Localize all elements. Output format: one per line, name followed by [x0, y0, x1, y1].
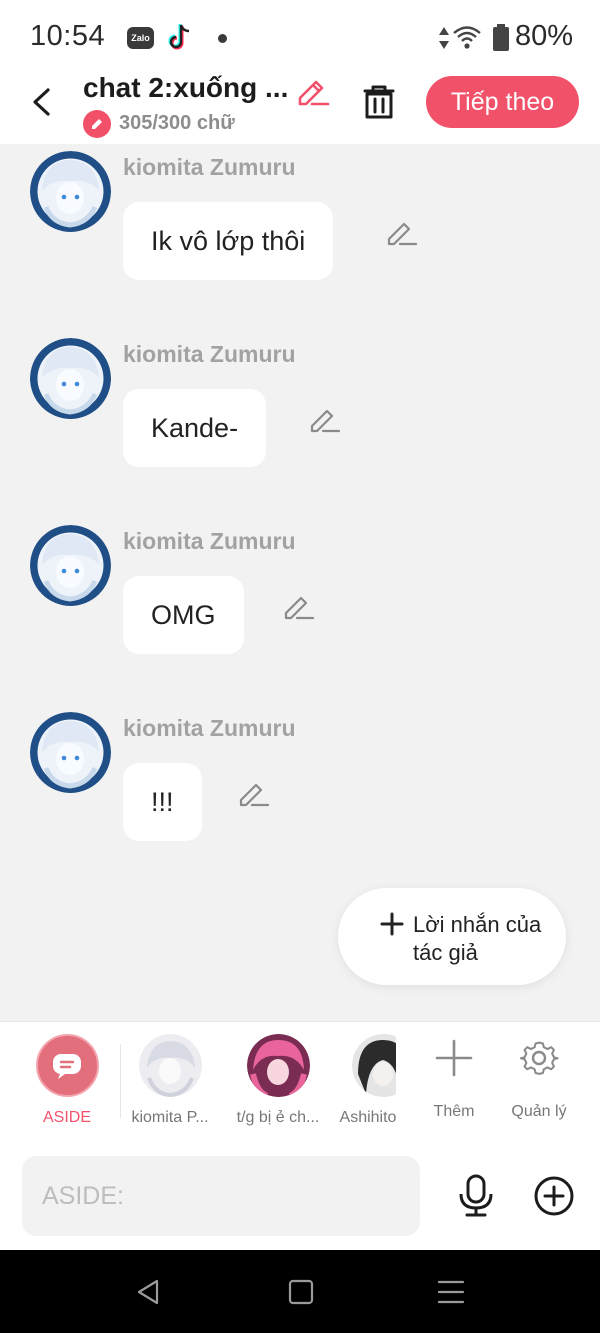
message-bubble[interactable]: Kande- — [123, 389, 267, 467]
avatar[interactable] — [30, 151, 111, 232]
status-time: 10:54 — [30, 20, 106, 52]
composer — [0, 1142, 600, 1250]
next-button[interactable]: Tiếp theo — [426, 76, 579, 128]
avatar[interactable] — [30, 712, 111, 793]
character-tg[interactable]: t/g bị ẻ ch... — [232, 1034, 324, 1127]
plus-icon — [380, 912, 404, 936]
sender-name: kiomita Zumuru — [123, 154, 296, 180]
pencil-icon[interactable] — [238, 777, 270, 809]
avatar — [246, 1034, 310, 1097]
character-label: t/g bị ẻ ch... — [236, 1109, 320, 1126]
divider — [120, 1044, 121, 1118]
avatar — [352, 1034, 396, 1097]
mic-icon[interactable] — [456, 1174, 496, 1218]
manage-label: Quản lý — [511, 1103, 567, 1120]
character-selector: ASIDE kiomita P... t/g bị ẻ ch... Ashihi… — [0, 1021, 600, 1143]
char-count-pencil-icon — [83, 110, 111, 138]
avatar[interactable] — [30, 338, 111, 419]
plus-icon — [435, 1039, 473, 1077]
notification-dot — [218, 34, 227, 43]
add-label: Thêm — [433, 1103, 475, 1120]
character-label: kiomita P... — [131, 1109, 209, 1126]
pencil-icon[interactable] — [386, 216, 418, 248]
data-arrows-icon — [439, 27, 449, 49]
char-count: 305/300 chữ — [119, 112, 235, 134]
aside-icon — [35, 1034, 99, 1097]
message-bubble[interactable]: Ik vô lớp thôi — [123, 202, 334, 280]
gear-icon — [519, 1041, 559, 1075]
zalo-icon: Zalo — [127, 27, 154, 49]
sender-name: kiomita Zumuru — [123, 341, 296, 367]
character-aside[interactable]: ASIDE — [24, 1034, 110, 1127]
manage-button[interactable]: Quản lý — [504, 1038, 574, 1121]
message-bubble[interactable]: OMG — [123, 576, 244, 654]
character-label: ASIDE — [42, 1109, 91, 1126]
status-bar: 10:54 Zalo 80% — [0, 0, 600, 76]
message-input[interactable] — [22, 1156, 420, 1236]
character-kiomita[interactable]: kiomita P... — [128, 1034, 212, 1127]
avatar[interactable] — [30, 525, 111, 606]
nav-menu-icon[interactable] — [437, 1278, 465, 1306]
battery-percentage: 80% — [515, 20, 574, 52]
pencil-icon[interactable] — [296, 74, 330, 106]
message-bubble[interactable]: !!! — [123, 763, 202, 841]
pencil-icon[interactable] — [283, 590, 315, 622]
nav-home-icon[interactable] — [287, 1278, 315, 1306]
system-nav-bar — [0, 1250, 600, 1333]
pencil-icon[interactable] — [309, 403, 341, 435]
sender-name: kiomita Zumuru — [123, 528, 296, 554]
author-note-label: Lời nhắn của tác giả — [413, 912, 542, 965]
trash-icon[interactable] — [359, 82, 399, 122]
character-label: Ashihito — [339, 1109, 397, 1126]
plus-circle-icon[interactable] — [533, 1175, 575, 1217]
chat-title[interactable]: chat 2:xuống ... — [83, 72, 288, 104]
add-character-button[interactable]: Thêm — [420, 1038, 488, 1121]
author-note-button[interactable]: Lời nhắn của tác giả — [338, 888, 566, 985]
sender-name: kiomita Zumuru — [123, 715, 296, 741]
app-header: chat 2:xuống ... 305/300 chữ Tiếp theo — [0, 72, 600, 144]
tiktok-icon — [168, 24, 190, 50]
battery-icon — [493, 24, 509, 51]
avatar — [138, 1034, 202, 1097]
wifi-icon — [453, 26, 481, 49]
nav-back-icon[interactable] — [135, 1278, 163, 1306]
back-arrow-icon[interactable] — [22, 82, 62, 122]
character-ashihito[interactable]: Ashihito — [336, 1034, 400, 1127]
